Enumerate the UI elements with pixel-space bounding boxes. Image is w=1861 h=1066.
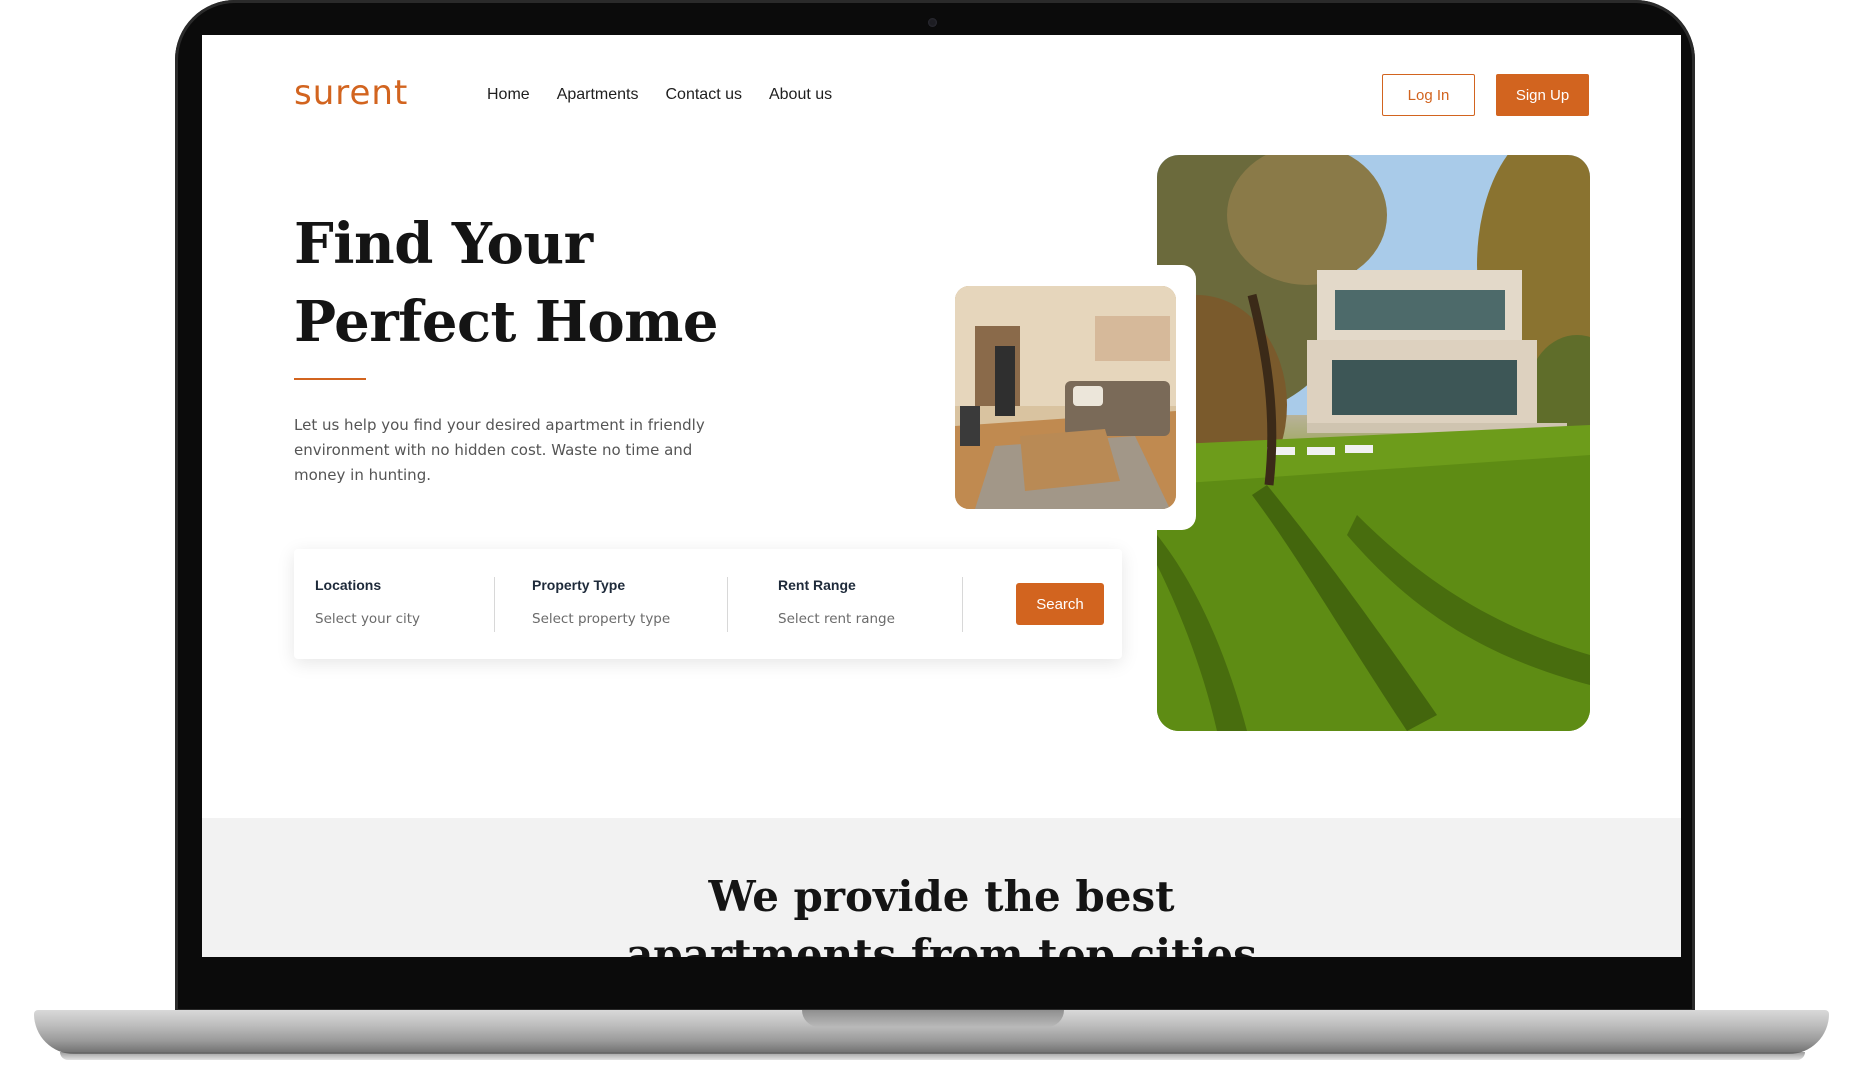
nav-item-contact[interactable]: Contact us xyxy=(666,86,742,104)
location-select[interactable]: Select your city xyxy=(315,611,420,627)
hero-title-line2: Perfect Home xyxy=(294,289,719,355)
hero-title: Find Your Perfect Home xyxy=(294,205,854,361)
section-title: We provide the best apartments from top … xyxy=(202,868,1681,957)
nav-item-home[interactable]: Home xyxy=(487,86,530,104)
rent-range-field[interactable]: Rent Range Select rent range xyxy=(778,577,895,627)
field-divider xyxy=(962,577,963,632)
search-card: Locations Select your city Property Type… xyxy=(294,549,1122,659)
field-divider xyxy=(494,577,495,632)
field-divider xyxy=(727,577,728,632)
camera-icon xyxy=(928,18,937,27)
login-button[interactable]: Log In xyxy=(1382,74,1475,116)
features-section: We provide the best apartments from top … xyxy=(202,818,1681,957)
section-title-line2: apartments from top cities xyxy=(626,930,1257,957)
property-type-select[interactable]: Select property type xyxy=(532,611,670,627)
hero-description: Let us help you find your desired apartm… xyxy=(294,416,705,484)
laptop-foot xyxy=(60,1052,1805,1060)
location-field[interactable]: Locations Select your city xyxy=(315,577,420,627)
rent-range-select[interactable]: Select rent range xyxy=(778,611,895,627)
section-title-line1: We provide the best xyxy=(708,872,1175,921)
property-type-label: Property Type xyxy=(532,577,626,593)
signup-button[interactable]: Sign Up xyxy=(1496,74,1589,116)
brand-logo[interactable]: surent xyxy=(294,73,408,113)
main-nav: Home Apartments Contact us About us xyxy=(487,86,832,104)
living-room-interior-photo xyxy=(955,286,1176,509)
accent-divider xyxy=(294,378,366,380)
nav-item-apartments[interactable]: Apartments xyxy=(557,86,639,104)
laptop-notch xyxy=(802,1010,1064,1027)
house-illustration xyxy=(1157,155,1590,731)
interior-illustration xyxy=(955,286,1176,509)
hero-title-line1: Find Your xyxy=(294,211,593,277)
screen: surent Home Apartments Contact us About … xyxy=(202,35,1681,957)
house-exterior-photo xyxy=(1157,155,1590,731)
rent-range-label: Rent Range xyxy=(778,577,856,593)
search-button[interactable]: Search xyxy=(1016,583,1104,625)
location-label: Locations xyxy=(315,577,382,593)
property-type-field[interactable]: Property Type Select property type xyxy=(532,577,670,627)
nav-item-about[interactable]: About us xyxy=(769,86,832,104)
